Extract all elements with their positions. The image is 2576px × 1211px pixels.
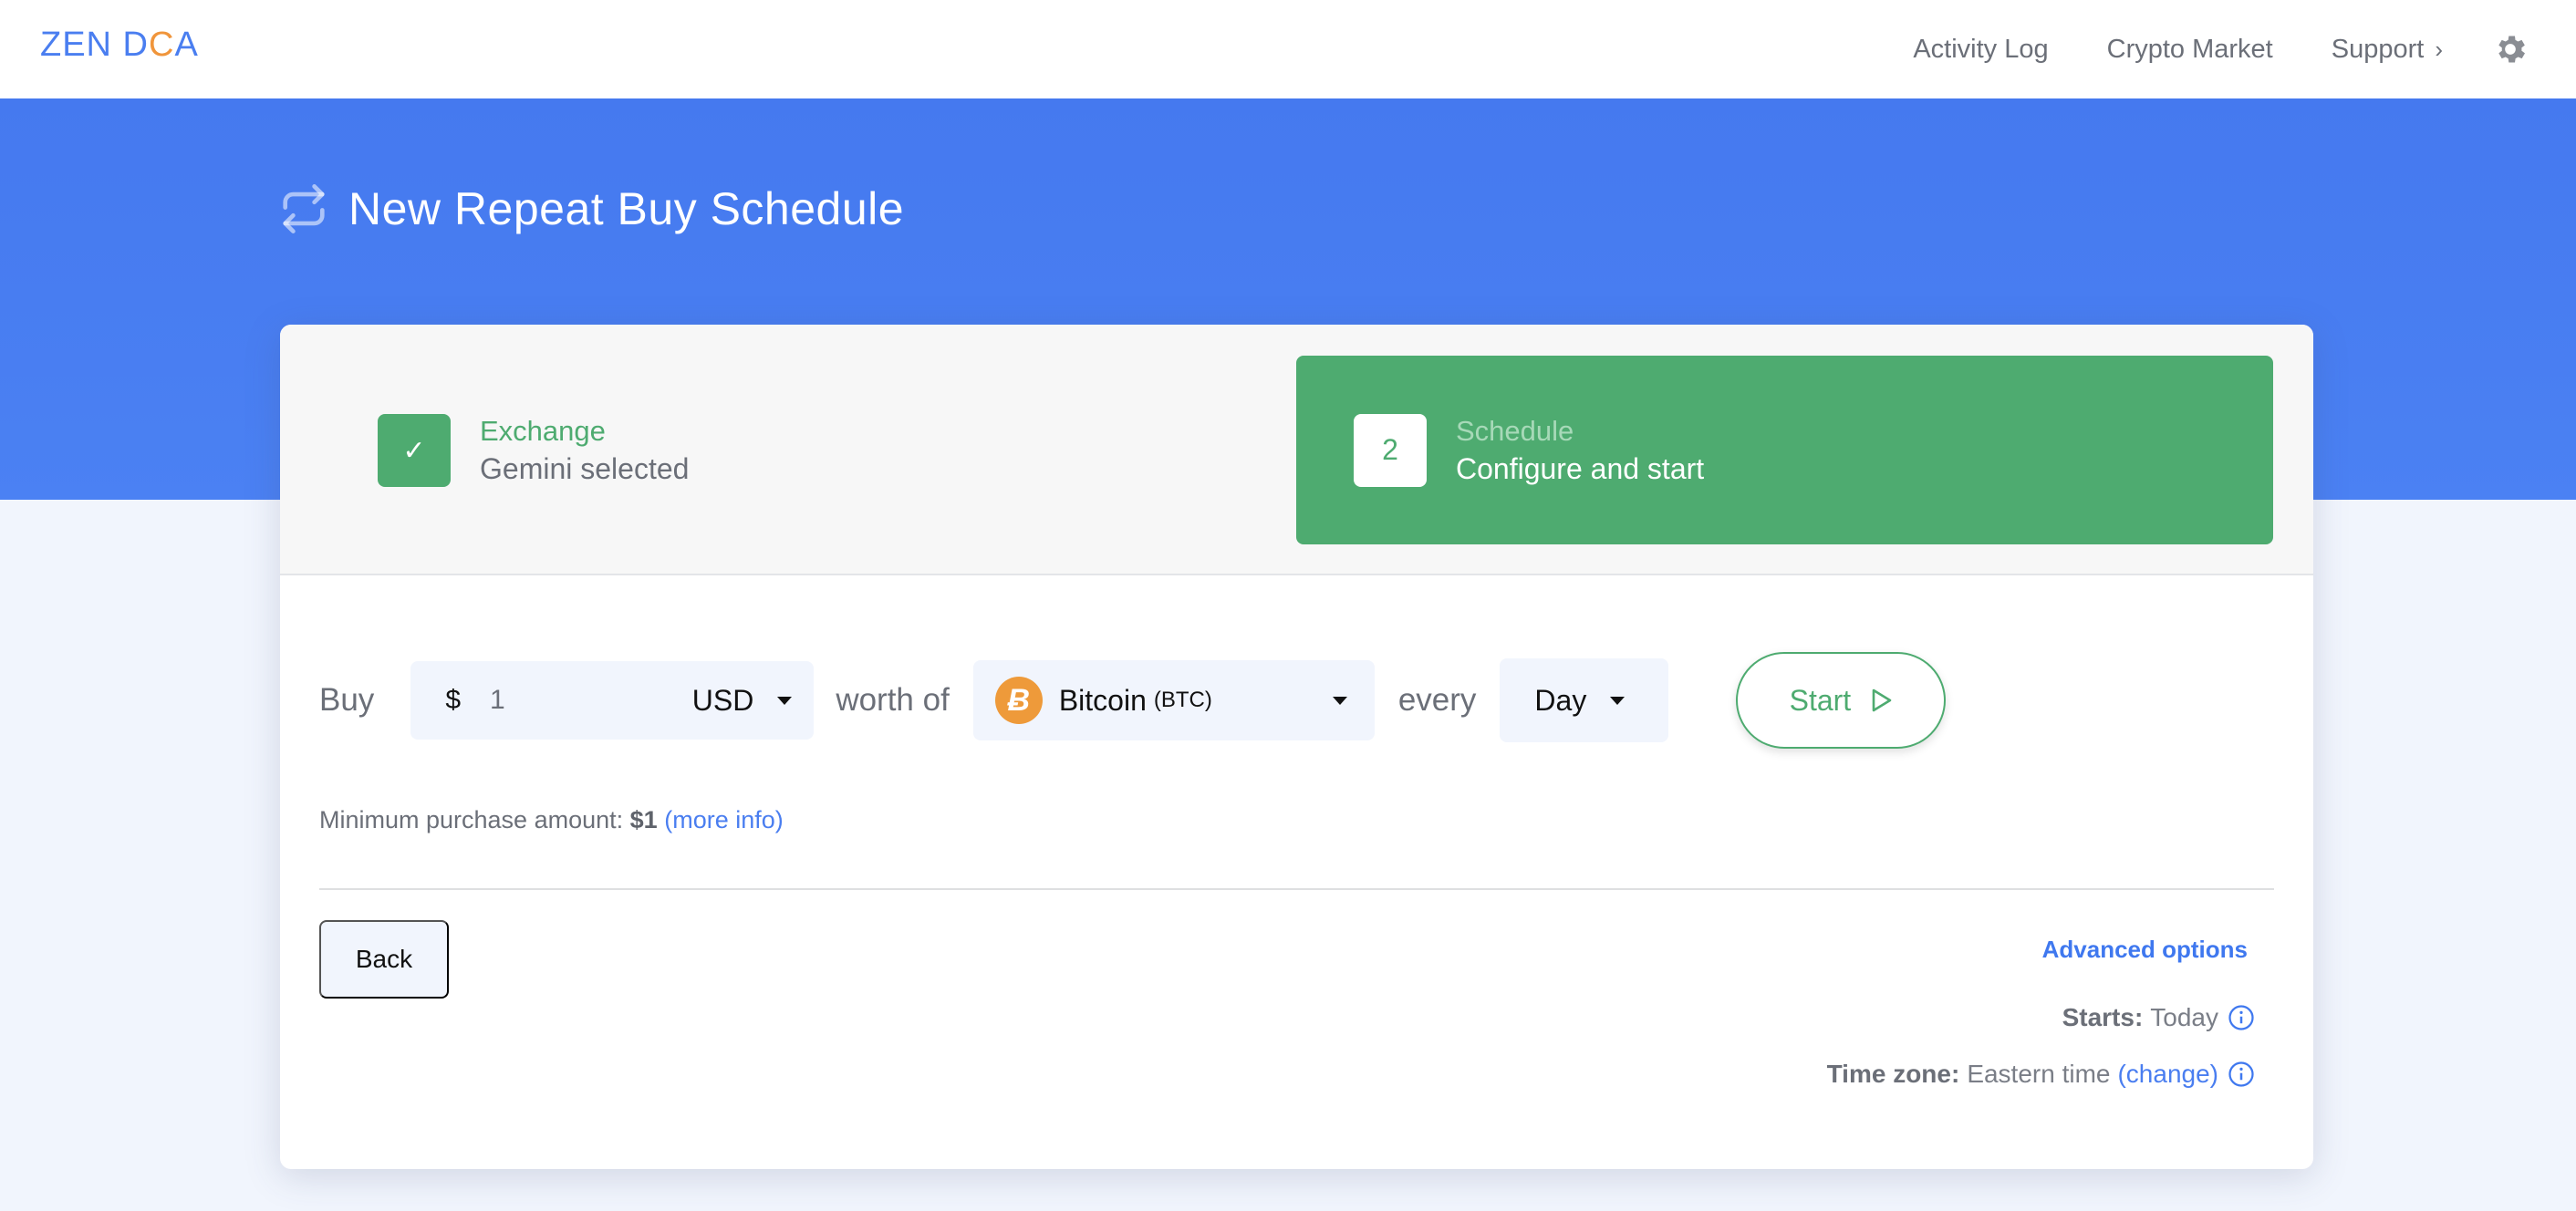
top-navbar: ZEN DCA Activity Log Crypto Market Suppo…: [0, 0, 2576, 98]
amount-field: $ USD: [410, 661, 815, 740]
frequency-value: Day: [1534, 683, 1587, 717]
more-info-link[interactable]: (more info): [664, 806, 784, 833]
page-title: New Repeat Buy Schedule: [279, 182, 904, 235]
caret-down-icon: [777, 696, 793, 705]
nav-crypto-market[interactable]: Crypto Market: [2107, 35, 2273, 65]
nav-support-label: Support: [2331, 34, 2425, 64]
repeat-icon: [283, 184, 325, 233]
amount-input[interactable]: [490, 685, 654, 716]
every-label: every: [1397, 682, 1477, 718]
chevron-right-icon: ›: [2435, 35, 2443, 63]
start-button[interactable]: Start: [1736, 652, 1947, 749]
coin-name: Bitcoin: [1058, 683, 1147, 717]
minimum-label: Minimum purchase amount:: [319, 806, 624, 833]
play-icon: [1872, 688, 1892, 712]
step-exchange[interactable]: ✓ Exchange Gemini selected: [378, 413, 689, 488]
step-title: Schedule: [1456, 414, 1574, 447]
caret-down-icon: [1332, 697, 1347, 705]
bitcoin-icon: Ƀ: [994, 677, 1043, 724]
step-subtitle: Configure and start: [1456, 451, 1705, 485]
logo-text: ZEN D: [40, 26, 149, 64]
timezone-label: Time zone:: [1826, 1060, 1960, 1088]
step-subtitle: Gemini selected: [480, 452, 690, 485]
nav-links: Activity Log Crypto Market Support ›: [1913, 0, 2576, 98]
frequency-select[interactable]: Day: [1500, 658, 1669, 742]
stepper: ✓ Exchange Gemini selected 2 Schedule Co…: [280, 325, 2313, 575]
step-title: Exchange: [480, 415, 606, 447]
minimum-amount: $1: [629, 806, 658, 833]
step-number: 2: [1354, 413, 1427, 487]
back-button[interactable]: Back: [319, 920, 449, 999]
currency-symbol: $: [445, 685, 461, 715]
timezone-value: Eastern time: [1967, 1060, 2111, 1088]
change-timezone-link[interactable]: (change): [2117, 1060, 2218, 1089]
coin-select[interactable]: Ƀ Bitcoin (BTC): [972, 660, 1375, 740]
check-icon: ✓: [378, 414, 451, 487]
step-schedule: 2 Schedule Configure and start: [1296, 356, 2273, 544]
minimum-purchase: Minimum purchase amount: $1 (more info): [319, 806, 784, 834]
page-heading: New Repeat Buy Schedule: [348, 183, 905, 234]
nav-activity-log[interactable]: Activity Log: [1913, 35, 2048, 65]
buy-form: Buy $ USD worth of Ƀ Bitcoin (BTC) every…: [319, 652, 1947, 749]
info-icon[interactable]: [2228, 1061, 2255, 1088]
start-label: Start: [1789, 683, 1852, 717]
gear-icon[interactable]: [2492, 31, 2529, 67]
logo-accent: C: [149, 26, 175, 64]
nav-support[interactable]: Support ›: [2332, 35, 2443, 65]
timezone-info: Time zone: Eastern time (change): [1827, 1060, 2255, 1089]
currency-select[interactable]: USD: [692, 661, 793, 740]
worth-of-label: worth of: [836, 682, 950, 718]
currency-value: USD: [691, 683, 754, 717]
starts-info: Starts: Today: [2062, 1003, 2255, 1032]
starts-label: Starts:: [2062, 1003, 2144, 1031]
logo-text-end: A: [174, 26, 199, 64]
info-icon[interactable]: [2228, 1004, 2255, 1031]
starts-value: Today: [2150, 1003, 2218, 1031]
schedule-card: ✓ Exchange Gemini selected 2 Schedule Co…: [280, 325, 2313, 1169]
divider: [319, 888, 2274, 890]
advanced-options-link[interactable]: Advanced options: [2042, 936, 2248, 964]
coin-symbol: (BTC): [1153, 688, 1212, 712]
buy-label: Buy: [319, 682, 375, 718]
logo[interactable]: ZEN DCA: [40, 26, 199, 65]
caret-down-icon: [1610, 696, 1626, 705]
